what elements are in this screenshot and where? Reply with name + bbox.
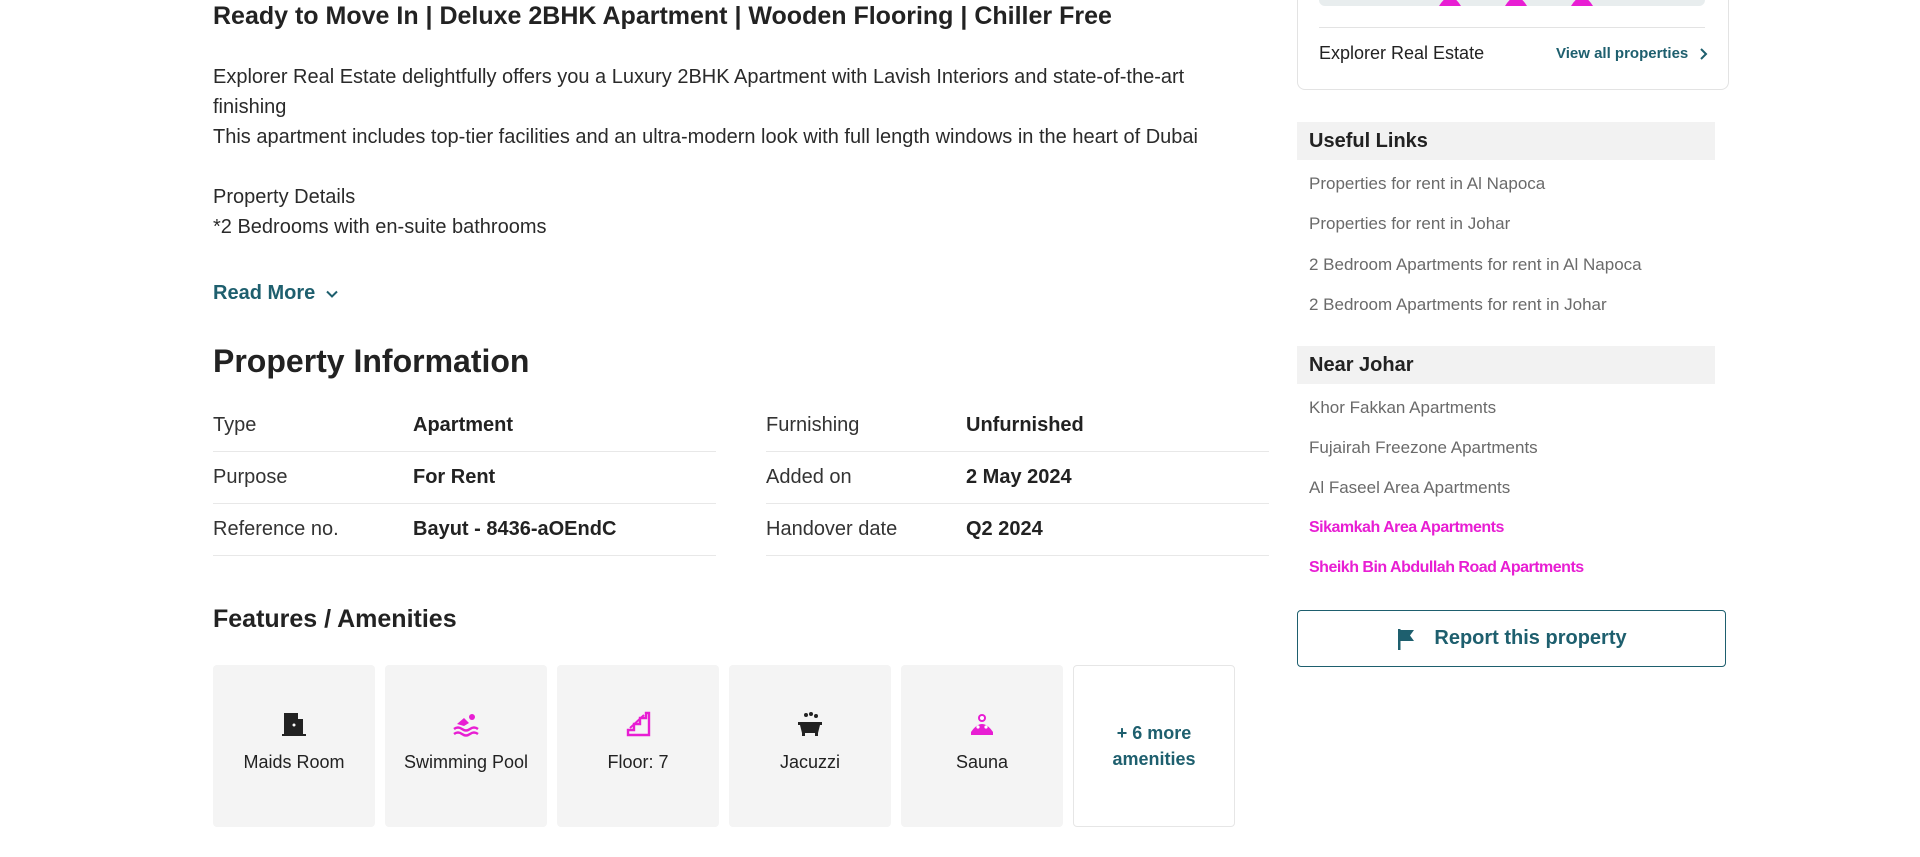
listing-headline: Ready to Move In | Deluxe 2BHK Apartment… <box>213 2 1112 30</box>
info-row: Handover date Q2 2024 <box>766 503 1269 556</box>
near-link[interactable]: Sheikh Bin Abdullah Road Apartments <box>1309 559 1584 577</box>
description-line: This apartment includes top-tier facilit… <box>213 126 1198 148</box>
near-link[interactable]: Khor Fakkan Apartments <box>1309 398 1496 418</box>
info-value: 2 May 2024 <box>966 465 1072 488</box>
description-line: Explorer Real Estate delightfully offers… <box>213 66 1185 118</box>
amenity-tile: Floor: 7 <box>557 665 719 827</box>
near-title: Near Johar <box>1297 346 1715 384</box>
near-link[interactable]: Sikamkah Area Apartments <box>1309 519 1504 537</box>
amenity-tile: Maids Room <box>213 665 375 827</box>
view-all-properties-link[interactable]: View all properties <box>1556 45 1708 62</box>
useful-link[interactable]: Properties for rent in Johar <box>1309 214 1510 234</box>
amenity-label: Sauna <box>955 751 1009 772</box>
amenity-tile: Swimming Pool <box>385 665 547 827</box>
amenity-label: Swimming Pool <box>403 751 529 772</box>
chevron-right-icon <box>1700 47 1708 60</box>
property-info-title: Property Information <box>213 343 530 379</box>
info-row: Purpose For Rent <box>213 451 716 504</box>
info-row: Reference no. Bayut - 8436-aOEndC <box>213 503 716 556</box>
amenities-title: Features / Amenities <box>213 605 457 633</box>
stairs-icon <box>626 711 651 736</box>
description-line: Property Details <box>213 186 356 208</box>
info-value: Bayut - 8436-aOEndC <box>413 517 617 540</box>
amenity-tile: Jacuzzi <box>729 665 891 827</box>
sauna-icon <box>971 713 993 735</box>
swimmer-icon <box>453 713 479 737</box>
divider <box>1319 27 1705 28</box>
info-value: Q2 2024 <box>966 517 1043 540</box>
agent-name: Explorer Real Estate <box>1319 43 1485 63</box>
chevron-down-icon <box>326 290 338 298</box>
useful-link[interactable]: Properties for rent in Al Napoca <box>1309 174 1545 194</box>
info-key: Handover date <box>766 517 898 540</box>
near-link[interactable]: Fujairah Freezone Apartments <box>1309 438 1538 458</box>
agent-banner <box>1319 0 1705 6</box>
description-line: *2 Bedrooms with en-suite bathrooms <box>213 216 547 238</box>
more-amenities-count: + 6 more <box>1116 723 1192 743</box>
near-link[interactable]: Al Faseel Area Apartments <box>1309 478 1510 498</box>
info-row: Furnishing Unfurnished <box>766 399 1269 452</box>
decor-mark <box>1571 0 1593 6</box>
info-key: Purpose <box>213 465 288 488</box>
read-more-button[interactable]: Read More <box>213 282 339 305</box>
more-amenities-label: amenities <box>1112 749 1196 769</box>
info-key: Added on <box>766 465 852 488</box>
amenity-label: Maids Room <box>243 751 345 772</box>
info-value: Apartment <box>413 413 514 436</box>
useful-link[interactable]: 2 Bedroom Apartments for rent in Johar <box>1309 295 1607 315</box>
read-more-label: Read More <box>213 282 316 304</box>
bathtub-icon <box>798 711 822 736</box>
decor-mark <box>1505 0 1527 6</box>
info-key: Type <box>213 413 257 436</box>
report-property-button[interactable]: Report this property <box>1297 610 1726 667</box>
info-value: Unfurnished <box>966 413 1084 436</box>
info-value: For Rent <box>413 465 496 488</box>
useful-links-title: Useful Links <box>1297 122 1715 160</box>
listing-description: Explorer Real Estate delightfully offers… <box>213 62 1213 242</box>
info-row: Added on 2 May 2024 <box>766 451 1269 504</box>
report-label: Report this property <box>1434 627 1627 649</box>
decor-mark <box>1439 0 1461 6</box>
view-all-label: View all properties <box>1556 45 1689 62</box>
amenity-tile: Sauna <box>901 665 1063 827</box>
door-icon <box>282 712 306 736</box>
amenity-label: Floor: 7 <box>607 751 669 772</box>
useful-link[interactable]: 2 Bedroom Apartments for rent in Al Napo… <box>1309 255 1642 275</box>
info-row: Type Apartment <box>213 399 716 452</box>
info-key: Furnishing <box>766 413 860 436</box>
more-amenities-button[interactable]: + 6 more amenities <box>1073 665 1235 827</box>
amenity-label: Jacuzzi <box>779 751 841 772</box>
info-key: Reference no. <box>213 517 339 540</box>
flag-icon <box>1398 628 1415 650</box>
